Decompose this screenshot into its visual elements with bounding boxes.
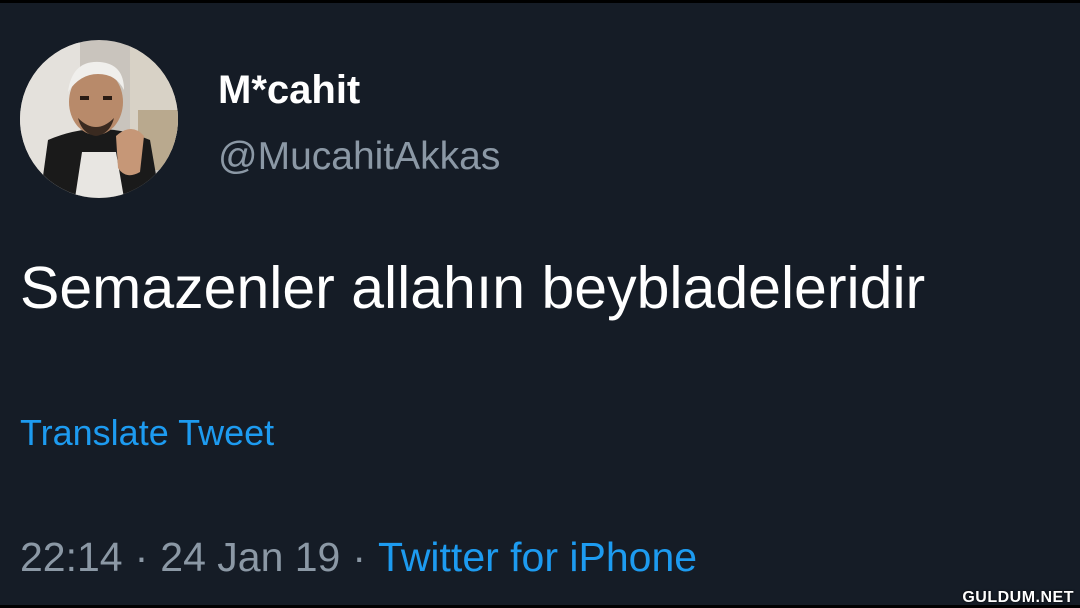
tweet-text: Semazenler allahın beybladeleridir xyxy=(20,255,926,321)
meta-separator: · xyxy=(352,534,367,580)
display-name[interactable]: M*cahit xyxy=(218,67,360,113)
tweet-time[interactable]: 22:14 xyxy=(20,534,123,580)
avatar-photo xyxy=(20,40,178,198)
avatar[interactable] xyxy=(20,40,178,198)
tweet-meta: 22:14 · 24 Jan 19 · Twitter for iPhone xyxy=(20,533,697,581)
translate-tweet-link[interactable]: Translate Tweet xyxy=(20,411,274,455)
tweet-card: M*cahit @MucahitAkkas Semazenler allahın… xyxy=(0,3,1080,605)
tweet-date[interactable]: 24 Jan 19 xyxy=(160,534,340,580)
user-handle[interactable]: @MucahitAkkas xyxy=(218,134,500,180)
meta-separator: · xyxy=(134,534,149,580)
watermark: GULDUM.NET xyxy=(962,589,1074,606)
tweet-source-link[interactable]: Twitter for iPhone xyxy=(378,534,697,580)
